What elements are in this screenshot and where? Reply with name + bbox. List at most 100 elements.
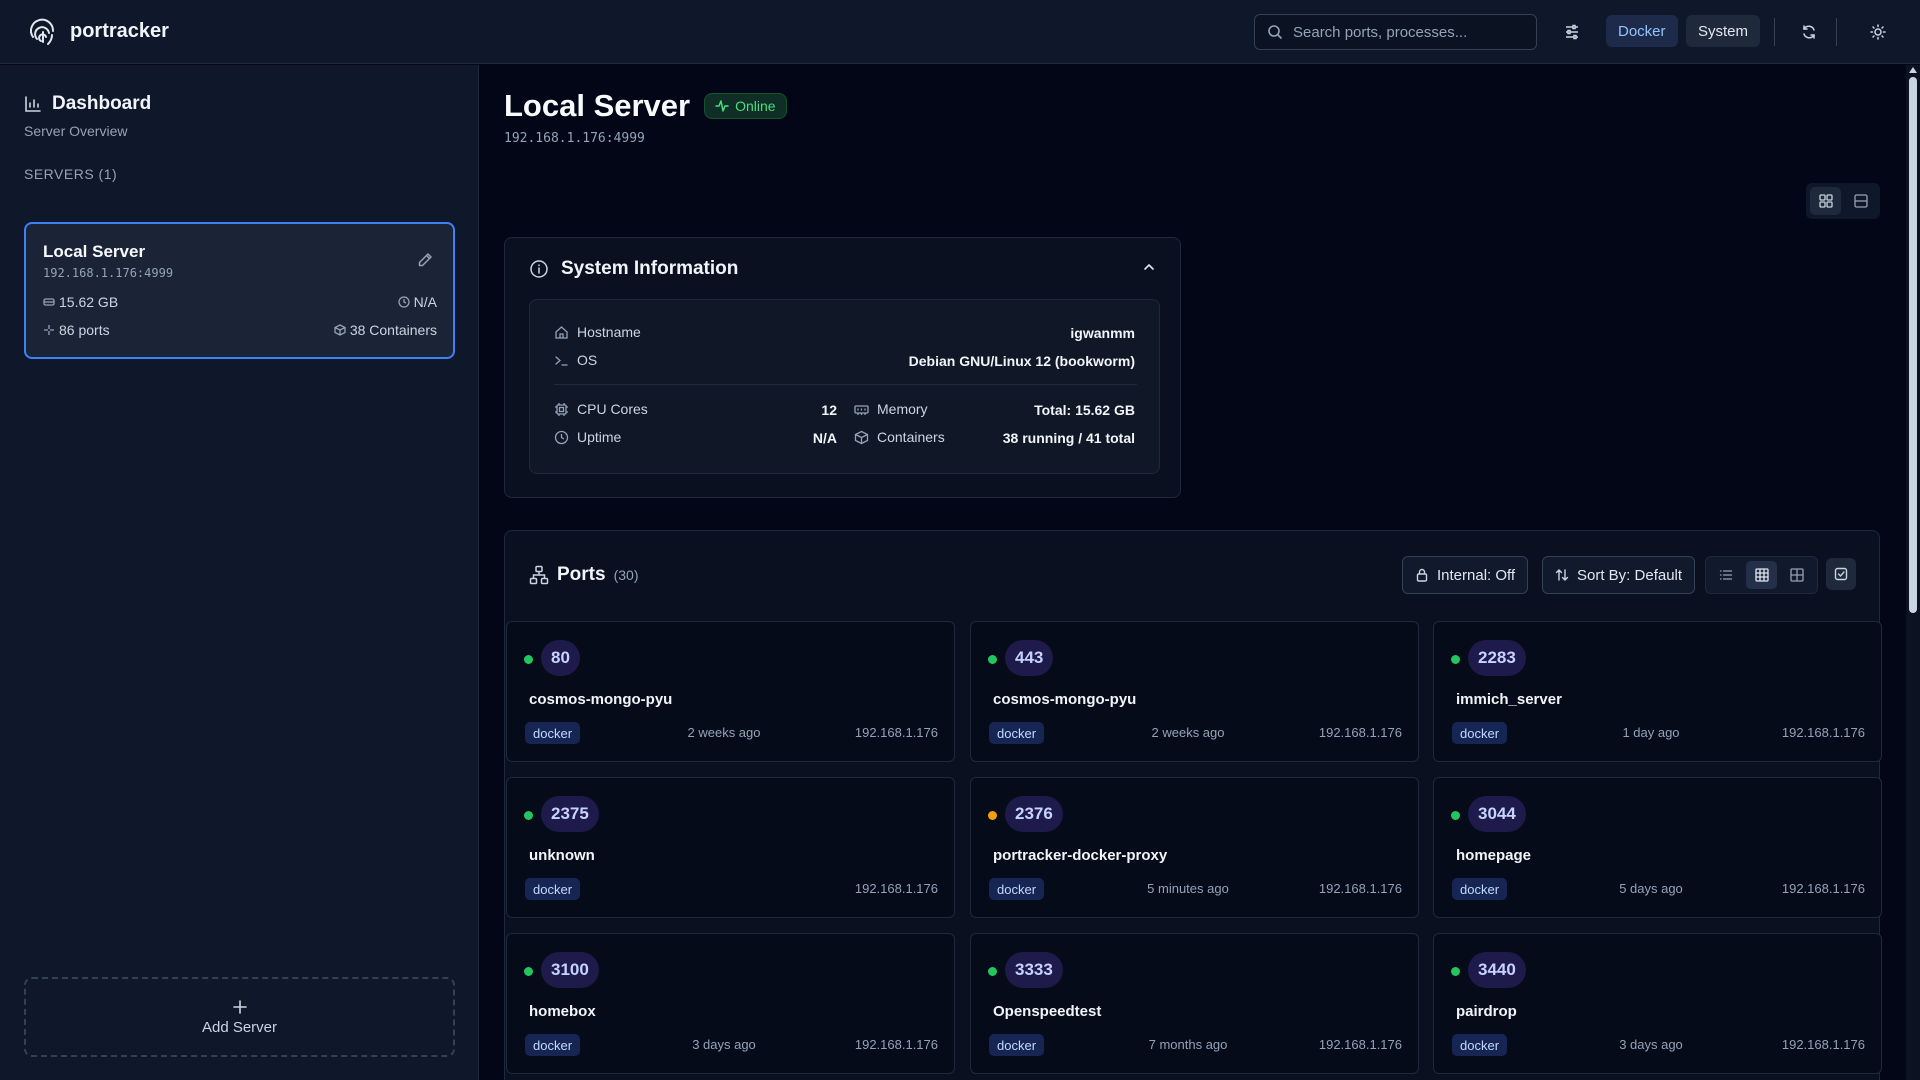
- status-dot: [1451, 811, 1460, 820]
- server-uptime: N/A: [398, 294, 437, 310]
- last-seen-time: 2 weeks ago: [1151, 725, 1225, 740]
- port-card[interactable]: 2376 portracker-docker-proxy docker 5 minut…: [970, 777, 1419, 918]
- port-number[interactable]: 3440: [1468, 952, 1526, 988]
- scrollbar[interactable]: [1906, 65, 1920, 1080]
- grid-layout-icon[interactable]: [1810, 187, 1841, 215]
- port-card[interactable]: 2283 immich_server docker 1 day ago 192.168.…: [1433, 621, 1882, 762]
- dashboard-title: Dashboard: [52, 93, 152, 114]
- port-service-name: immich_server: [1456, 691, 1562, 708]
- refresh-icon[interactable]: [1795, 18, 1823, 46]
- memory-icon: [854, 404, 869, 415]
- port-card[interactable]: 3044 homepage docker 5 days ago 192.168.1.17…: [1433, 777, 1882, 918]
- hard-drive-icon: [43, 298, 55, 306]
- layout-toggle: [1806, 183, 1880, 219]
- port-number[interactable]: 3333: [1005, 952, 1063, 988]
- containers-label: Containers: [854, 429, 945, 445]
- view-mode-toggle: [1705, 556, 1818, 594]
- server-ip: 192.168.1.176:4999: [43, 266, 174, 280]
- activity-pulse-icon: [715, 100, 729, 112]
- port-card[interactable]: 2375 unknown docker 192.168.1.176: [506, 777, 955, 918]
- uptime-label: Uptime: [554, 429, 621, 445]
- host-ip: 192.168.1.176: [1318, 725, 1402, 740]
- port-card[interactable]: 443 cosmos-mongo-pyu docker 2 weeks ago 192.…: [970, 621, 1419, 762]
- search-input[interactable]: [1293, 23, 1513, 41]
- status-dot: [988, 655, 997, 664]
- host-ip: 192.168.1.176: [1781, 881, 1865, 896]
- chevron-up-icon[interactable]: [1142, 260, 1156, 277]
- containers-value: 38 running / 41 total: [1002, 430, 1135, 446]
- memory-value: Total: 15.62 GB: [1034, 402, 1135, 418]
- fingerprint-logo-icon: [30, 18, 55, 45]
- port-card[interactable]: 80 cosmos-mongo-pyu docker 2 weeks ago 192.1…: [506, 621, 955, 762]
- port-number[interactable]: 3044: [1468, 796, 1526, 832]
- docker-toggle-button[interactable]: Docker: [1606, 15, 1678, 47]
- server-name: Local Server: [43, 242, 146, 261]
- port-service-name: cosmos-mongo-pyu: [993, 691, 1137, 708]
- port-service-name: Openspeedtest: [993, 1003, 1102, 1020]
- port-card[interactable]: 3440 pairdrop docker 3 days ago 192.168.1.17…: [1433, 933, 1882, 1074]
- sun-theme-icon[interactable]: [1864, 18, 1892, 46]
- source-tag: docker: [525, 1034, 581, 1056]
- port-number[interactable]: 2375: [541, 796, 599, 832]
- list-view-icon[interactable]: [1710, 561, 1742, 589]
- port-service-name: homepage: [1456, 847, 1532, 864]
- source-tag: docker: [525, 722, 581, 744]
- home-icon: [555, 325, 568, 339]
- app-name: portracker: [70, 20, 169, 42]
- port-card[interactable]: 3333 Openspeedtest docker 7 months ago 192.1…: [970, 933, 1419, 1074]
- source-tag: docker: [1452, 722, 1508, 744]
- edit-pencil-icon[interactable]: [417, 252, 433, 271]
- grid-view-icon[interactable]: [1745, 561, 1778, 589]
- ports-count: (30): [613, 567, 639, 583]
- logo[interactable]: portracker: [28, 17, 169, 47]
- port-number[interactable]: 2376: [1005, 796, 1063, 832]
- uptime-value: N/A: [812, 430, 837, 446]
- port-number[interactable]: 443: [1005, 640, 1054, 676]
- port-service-name: homebox: [529, 1003, 596, 1020]
- port-service-name: pairdrop: [1456, 1003, 1517, 1020]
- host-ip: 192.168.1.176: [1781, 725, 1865, 740]
- hostname-value: igwanmm: [1070, 325, 1135, 341]
- status-dot: [524, 655, 533, 664]
- scroll-up-arrow-icon[interactable]: [1909, 67, 1917, 73]
- system-information-details: Hostname igwanmm OS Debian GNU/Linux 12 …: [529, 299, 1160, 474]
- bar-chart-icon: [25, 96, 41, 112]
- port-number[interactable]: 80: [541, 640, 580, 676]
- host-ip: 192.168.1.176: [854, 725, 938, 740]
- system-toggle-button[interactable]: System: [1686, 15, 1761, 47]
- table-view-icon[interactable]: [1781, 561, 1813, 589]
- host-ip: 192.168.1.176: [1318, 1037, 1402, 1052]
- system-information-panel: System Information Hostname igwanmm OS D…: [504, 237, 1181, 498]
- stacked-layout-icon[interactable]: [1845, 187, 1876, 215]
- select-mode-checkbox-icon[interactable]: [1826, 558, 1856, 590]
- info-icon: [530, 260, 548, 278]
- scroll-thumb[interactable]: [1909, 77, 1917, 613]
- clock-icon: [398, 296, 410, 308]
- port-number[interactable]: 2283: [1468, 640, 1526, 676]
- status-dot: [988, 811, 997, 820]
- server-containers-count: 38 Containers: [334, 322, 437, 338]
- port-card[interactable]: 3100 homebox docker 3 days ago 192.168.1.176: [506, 933, 955, 1074]
- dashboard-heading[interactable]: Dashboard: [24, 93, 151, 115]
- server-ports-count: 86 ports: [43, 322, 110, 338]
- host-ip: 192.168.1.176: [1318, 881, 1402, 896]
- system-information-header[interactable]: System Information: [529, 258, 738, 280]
- server-title: Local Server: [504, 88, 691, 123]
- page-title: Local Server Online: [504, 88, 787, 124]
- host-ip: 192.168.1.176: [854, 881, 938, 896]
- filter-sliders-icon[interactable]: [1558, 18, 1586, 46]
- add-server-button[interactable]: Add Server: [24, 977, 455, 1057]
- status-dot: [1451, 967, 1460, 976]
- cpu-icon: [555, 402, 568, 416]
- sort-button[interactable]: Sort By: Default: [1542, 556, 1696, 594]
- host-ip: 192.168.1.176: [1781, 1037, 1865, 1052]
- server-card-local[interactable]: Local Server 192.168.1.176:4999 15.62 GB…: [24, 222, 455, 359]
- internal-toggle-button[interactable]: Internal: Off: [1402, 556, 1529, 594]
- cpu-label: CPU Cores: [554, 401, 648, 417]
- search-box[interactable]: [1254, 14, 1537, 50]
- divider: [554, 384, 1137, 385]
- sort-arrows-icon: [1555, 569, 1569, 581]
- port-number[interactable]: 3100: [541, 952, 599, 988]
- divider: [1774, 18, 1775, 46]
- server-memory: 15.62 GB: [43, 294, 118, 310]
